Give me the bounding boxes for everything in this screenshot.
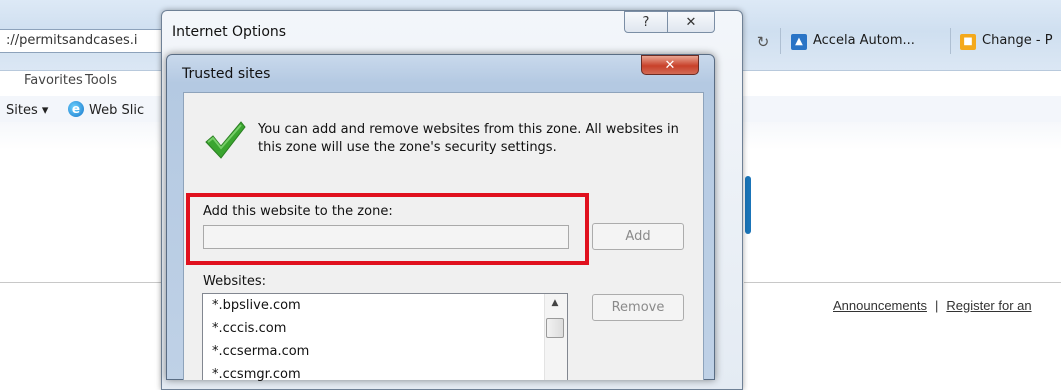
web-slice-gallery-button[interactable]: Web Slic <box>89 103 144 118</box>
footer-separator: | <box>934 298 939 313</box>
remove-button[interactable]: Remove <box>592 294 684 321</box>
suggested-sites-button[interactable]: Sites ▾ <box>6 103 48 118</box>
internet-options-close-button[interactable]: ✕ <box>667 11 715 33</box>
menu-tools[interactable]: Tools <box>85 73 117 88</box>
tab-accela[interactable]: Accela Autom... <box>813 33 915 48</box>
highlight-annotation <box>186 193 589 265</box>
page-divider <box>0 282 162 283</box>
add-button[interactable]: Add <box>592 223 684 250</box>
announcements-link[interactable]: Announcements <box>833 298 927 313</box>
menu-favorites[interactable]: Favorites <box>24 73 83 88</box>
page-divider <box>744 282 1061 283</box>
refresh-icon[interactable]: ↻ <box>752 31 774 53</box>
internet-options-title: Internet Options <box>172 24 287 40</box>
websites-label: Websites: <box>203 274 266 289</box>
list-item[interactable]: *.cccis.com <box>212 321 286 336</box>
checkmark-icon <box>205 121 246 159</box>
zone-info-text: You can add and remove websites from thi… <box>258 122 679 155</box>
help-button[interactable]: ? <box>624 11 668 33</box>
address-text[interactable]: ://permitsandcases.i <box>6 33 138 48</box>
page-logo-fragment <box>745 176 751 234</box>
ie-icon: e <box>68 101 84 117</box>
page-content-panel <box>744 150 1061 268</box>
tab-change[interactable]: Change - P <box>982 33 1053 48</box>
change-icon[interactable]: ■ <box>960 34 976 50</box>
list-item[interactable]: *.bpslive.com <box>212 298 301 313</box>
list-item[interactable]: *.ccserma.com <box>212 344 309 359</box>
trusted-sites-title: Trusted sites <box>182 66 271 82</box>
trusted-sites-close-button[interactable]: ✕ <box>641 55 699 75</box>
scroll-up-arrow-icon[interactable]: ▲ <box>548 296 562 310</box>
tab-separator <box>950 28 951 54</box>
footer-links: Announcements | Register for an <box>833 298 1032 313</box>
scrollbar-thumb[interactable] <box>546 318 564 338</box>
tab-separator <box>780 28 781 54</box>
register-link[interactable]: Register for an <box>946 298 1031 313</box>
accela-icon[interactable]: ▲ <box>791 34 807 50</box>
